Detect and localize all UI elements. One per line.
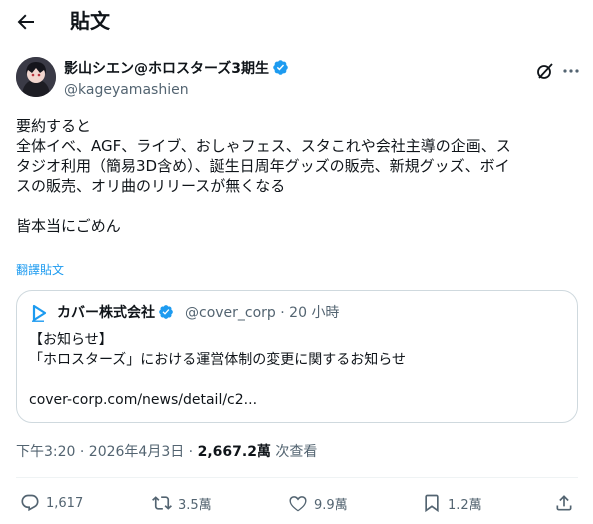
top-bar: 貼文 <box>0 0 593 44</box>
verified-badge-icon <box>272 59 289 81</box>
bookmark-count: 1.2萬 <box>448 497 482 513</box>
avatar[interactable] <box>16 57 56 97</box>
translate-link[interactable]: 翻譯貼文 <box>16 262 64 278</box>
bookmark-button[interactable]: 1.2萬 <box>422 493 482 513</box>
view-count: 2,667.2萬 <box>197 444 271 460</box>
page-title: 貼文 <box>70 9 110 33</box>
tweet-text: 要約すると 全体イベ、AGF、ライブ、おしゃフェス、スタこれや会社主導の企画、ス… <box>16 116 580 236</box>
more-icon[interactable] <box>561 61 581 81</box>
tweet-line: 皆本当にごめん <box>16 217 121 235</box>
reply-icon <box>21 494 39 512</box>
quote-line: 【お知らせ】 <box>29 332 113 348</box>
quote-handle-time: @cover_corp · 20 小時 <box>185 305 340 321</box>
quote-line-blank <box>29 370 569 390</box>
author-handle[interactable]: @kageyamashien <box>64 81 189 99</box>
author-name[interactable]: 影山シエン@ホロスターズ3期生 <box>64 59 289 81</box>
author-name-text[interactable]: 影山シエン@ホロスターズ3期生 <box>64 61 269 77</box>
view-label: 次查看 <box>270 444 318 460</box>
tweet-line: スの販売、オリ曲のリリースが無くなる <box>16 177 286 195</box>
repost-icon <box>152 496 172 510</box>
repost-count: 3.5萬 <box>178 497 212 513</box>
bookmark-icon <box>425 494 439 513</box>
quote-link[interactable]: cover-corp.com/news/detail/c2... <box>29 390 569 410</box>
verified-badge-icon <box>158 304 174 325</box>
reply-count: 1,617 <box>46 495 84 511</box>
reply-button[interactable]: 1,617 <box>20 493 83 513</box>
like-icon <box>289 496 307 512</box>
like-count: 9.9萬 <box>314 497 348 513</box>
tweet-line: 全体イベ、AGF、ライブ、おしゃフェス、スタこれや会社主導の企画、ス <box>16 137 511 155</box>
like-button[interactable]: 9.9萬 <box>288 493 348 513</box>
tweet-meta: 下午3:20 · 2026年4月3日 · 2,667.2萬 次查看 <box>16 443 317 461</box>
timestamp[interactable]: 下午3:20 · 2026年4月3日 · <box>16 444 198 460</box>
quote-author-name-text: カバー株式会社 <box>57 305 155 321</box>
tweet-line: 要約すると <box>16 117 92 135</box>
quote-line: 「ホロスターズ」における運営体制の変更に関するお知らせ <box>29 352 407 368</box>
cover-logo-icon <box>29 303 49 323</box>
grok-icon[interactable] <box>535 61 555 81</box>
quoted-tweet[interactable]: カバー株式会社 @cover_corp · 20 小時 【お知らせ】 「ホロスタ… <box>16 290 578 423</box>
repost-button[interactable]: 3.5萬 <box>152 493 212 513</box>
tweet-line: タジオ利用（簡易3D含め）、誕生日周年グッズの販売、新規グッズ、ボイ <box>16 157 510 175</box>
divider <box>16 477 578 478</box>
tweet-line-blank <box>16 196 580 216</box>
share-button[interactable] <box>554 493 580 513</box>
quote-text: 【お知らせ】 「ホロスターズ」における運営体制の変更に関するお知らせ cover… <box>29 330 569 410</box>
quote-author-name: カバー株式会社 <box>57 304 174 325</box>
share-icon <box>556 495 572 511</box>
back-arrow-icon[interactable] <box>14 10 38 34</box>
